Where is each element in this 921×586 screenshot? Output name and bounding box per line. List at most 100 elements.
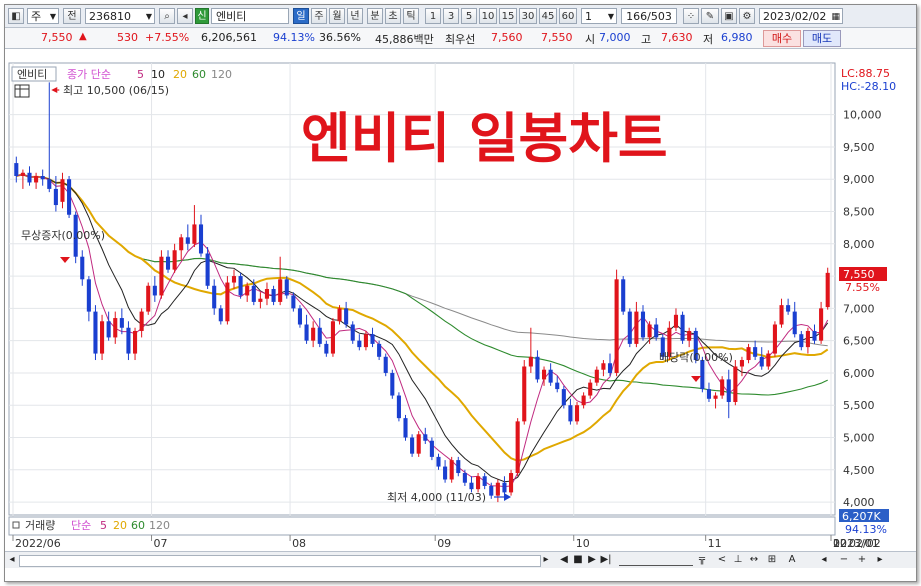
step-forward-icon[interactable]: ▶| — [599, 554, 613, 566]
ruler-icon[interactable]: ╦ — [695, 554, 709, 566]
volume-percent-label: 94.13% — [845, 523, 887, 536]
period-tab-2[interactable]: 월 — [329, 8, 345, 24]
candle-body — [555, 382, 560, 390]
fit-icon[interactable]: ⊞ — [765, 554, 779, 566]
candle-body — [469, 482, 474, 490]
stock-code-input[interactable]: 236810 ▼ — [85, 8, 155, 24]
chart-type-select[interactable]: 주 ▼ — [27, 8, 59, 24]
best-quote-label: 최우선 — [445, 33, 476, 46]
candle-body — [739, 360, 744, 367]
candle-body — [541, 369, 547, 380]
candle-body — [67, 179, 72, 215]
zoom-in-icon[interactable]: + — [855, 554, 869, 566]
candle-body — [225, 282, 230, 322]
low-price: 6,980 — [721, 31, 753, 44]
period-tab-4[interactable]: 분 — [367, 8, 383, 24]
candle-body — [713, 395, 718, 399]
sell-button[interactable]: 매도 — [803, 30, 841, 47]
chart-title: 엔비티 일봉차트 — [301, 107, 668, 170]
zoom-slider[interactable] — [619, 555, 693, 566]
lc-label: LC:88.75 — [841, 67, 890, 80]
right-arrow-icon[interactable]: ▸ — [873, 554, 887, 566]
interval-3[interactable]: 3 — [443, 8, 459, 24]
price-chart[interactable]: 4,0004,5005,0005,5006,0006,5007,0007,500… — [5, 49, 916, 551]
scroll-right-icon[interactable]: ▸ — [539, 554, 553, 566]
candle-body — [588, 382, 593, 396]
gear-icon[interactable]: ⚙ — [739, 8, 755, 24]
candle-body — [264, 289, 270, 299]
candle-body — [159, 256, 164, 296]
volume-pane-toggle-icon[interactable] — [12, 521, 20, 529]
tools-icon[interactable]: ✎ — [701, 8, 719, 24]
interval-30[interactable]: 30 — [519, 8, 537, 24]
candle-body — [700, 360, 705, 390]
interval-5[interactable]: 5 — [461, 8, 477, 24]
legend-ma-10: 10 — [151, 68, 165, 81]
current-price: 7,550 — [41, 31, 73, 44]
period-tab-6[interactable]: 틱 — [403, 8, 419, 24]
stock-code-value: 236810 — [89, 10, 131, 23]
chart-menu-icon[interactable]: ◧ — [8, 8, 24, 24]
best-bid: 7,550 — [541, 31, 573, 44]
speaker-icon[interactable]: ◂ — [177, 8, 193, 24]
calendar-icon: ▦ — [831, 12, 840, 22]
candle-body — [377, 343, 382, 357]
low-label: 저 — [703, 33, 714, 46]
interval-10[interactable]: 10 — [479, 8, 497, 24]
interval-15[interactable]: 15 — [499, 8, 517, 24]
last-page-icon[interactable]: ▶ — [585, 554, 599, 566]
scroll-left-icon[interactable]: ◂ — [5, 554, 19, 566]
candle-body — [370, 334, 375, 344]
period-tab-1[interactable]: 주 — [311, 8, 327, 24]
text-icon[interactable]: A — [785, 554, 799, 566]
interval-60[interactable]: 60 — [559, 8, 577, 24]
candle-body — [14, 163, 19, 176]
count-select[interactable]: 1 ▼ — [581, 8, 617, 24]
candle-body — [258, 298, 263, 302]
left-arrow-icon[interactable]: ◂ — [817, 554, 831, 566]
period-tab-3[interactable]: 년 — [347, 8, 363, 24]
chevron-left-icon[interactable]: < — [715, 554, 729, 566]
chevron-down-icon: ▼ — [145, 12, 152, 21]
interval-45[interactable]: 45 — [539, 8, 557, 24]
link-icon[interactable]: ⁘ — [683, 8, 699, 24]
zoom-out-icon[interactable]: − — [837, 554, 851, 566]
horizontal-scrollbar[interactable] — [19, 555, 541, 567]
search-icon[interactable]: ⌕ — [159, 8, 175, 24]
x-tick-label: 02 — [833, 537, 847, 550]
turnover-ratio: 36.56% — [319, 31, 361, 44]
candle-body — [614, 279, 619, 373]
data-table-icon[interactable] — [14, 84, 30, 98]
candle-body — [40, 176, 45, 180]
prev-button[interactable]: 전 — [63, 8, 81, 24]
y-tick-label: 5,000 — [843, 432, 875, 445]
candle-body — [93, 311, 98, 354]
date-input[interactable]: 2023/02/02 ▦ — [759, 8, 843, 24]
candle-body — [647, 324, 652, 338]
interval-1[interactable]: 1 — [425, 8, 441, 24]
legend-ma-60: 60 — [192, 68, 206, 81]
chevron-down-icon: ▼ — [49, 12, 56, 21]
candle-body — [726, 379, 731, 402]
candle-body — [291, 295, 296, 309]
legend-ma-120: 120 — [211, 68, 232, 81]
candle-body — [548, 369, 553, 383]
candle-body — [192, 224, 197, 244]
first-page-icon[interactable]: ◀ — [557, 554, 571, 566]
candle-body — [812, 330, 817, 341]
y-tick-label: 7,000 — [843, 302, 875, 315]
buy-button[interactable]: 매수 — [763, 30, 801, 47]
candle-body — [753, 347, 758, 357]
period-tab-0[interactable]: 일 — [293, 8, 309, 24]
save-icon[interactable]: ▣ — [721, 8, 737, 24]
scale-icon[interactable]: ⊥ — [731, 554, 745, 566]
candle-body — [792, 311, 797, 335]
candle-body — [436, 456, 441, 467]
stock-name-field[interactable]: 엔비티 — [211, 8, 289, 24]
candle-body — [185, 237, 190, 244]
period-tab-5[interactable]: 초 — [385, 8, 401, 24]
candle-body — [251, 285, 256, 302]
pan-icon[interactable]: ↔ — [747, 554, 761, 566]
stop-icon[interactable]: ■ — [571, 554, 585, 566]
candle-body — [324, 343, 329, 354]
